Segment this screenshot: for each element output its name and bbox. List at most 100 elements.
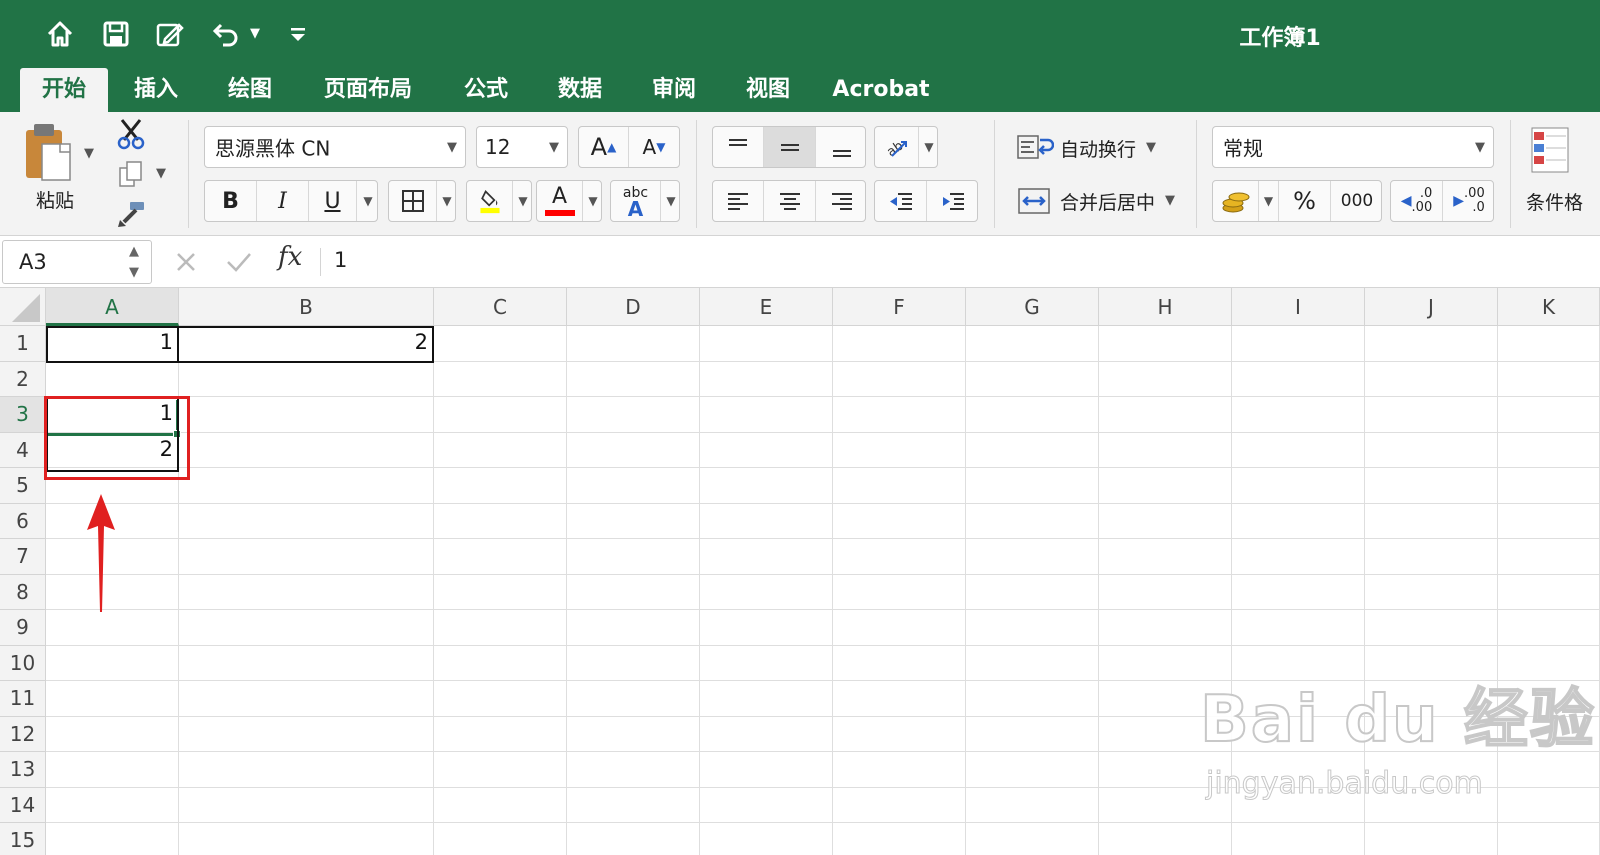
number-format-box[interactable]: 常规 ▼ — [1212, 126, 1494, 168]
formula-input[interactable]: 1 — [334, 248, 347, 272]
orientation-dropdown-icon[interactable]: ▼ — [919, 127, 939, 167]
underline-button[interactable]: U — [309, 181, 357, 221]
font-size-box[interactable]: 12 ▼ — [476, 126, 568, 168]
name-box[interactable]: A3 ▲ ▼ — [2, 240, 152, 284]
name-box-down-icon[interactable]: ▼ — [129, 265, 139, 280]
row-header-8[interactable]: 8 — [0, 574, 46, 610]
tab-data[interactable]: 数据 — [544, 68, 616, 112]
percent-button[interactable]: % — [1279, 181, 1331, 221]
tab-formulas[interactable]: 公式 — [450, 68, 522, 112]
thousands-button[interactable]: 000 — [1331, 181, 1383, 221]
row-header-13[interactable]: 13 — [0, 752, 46, 788]
copy-dropdown-icon[interactable]: ▼ — [156, 166, 166, 181]
cancel-icon[interactable] — [172, 248, 200, 276]
row-header-12[interactable]: 12 — [0, 716, 46, 752]
column-header-g[interactable]: G — [966, 288, 1099, 326]
conditional-format-label[interactable]: 条件格 — [1526, 188, 1600, 215]
tab-insert[interactable]: 插入 — [120, 68, 192, 112]
column-header-b[interactable]: B — [179, 288, 434, 326]
column-header-d[interactable]: D — [567, 288, 700, 326]
column-header-a[interactable]: A — [46, 288, 179, 326]
row-header-5[interactable]: 5 — [0, 468, 46, 504]
borders-icon[interactable] — [389, 181, 437, 221]
row-header-2[interactable]: 2 — [0, 361, 46, 397]
align-left-icon[interactable] — [713, 181, 764, 221]
wrap-text-icon[interactable] — [1016, 132, 1055, 162]
tab-draw[interactable]: 绘图 — [214, 68, 286, 112]
decrease-decimal-button[interactable]: ▶ .00 .0 — [1443, 181, 1495, 221]
font-name-dropdown-icon[interactable]: ▼ — [447, 140, 457, 155]
column-header-i[interactable]: I — [1232, 288, 1365, 326]
borders-dropdown-icon[interactable]: ▼ — [437, 181, 457, 221]
font-color-button[interactable]: A — [537, 181, 583, 221]
row-header-6[interactable]: 6 — [0, 503, 46, 539]
wrap-text-dropdown-icon[interactable]: ▼ — [1146, 140, 1156, 155]
column-header-f[interactable]: F — [833, 288, 966, 326]
row-header-4[interactable]: 4 — [0, 432, 46, 468]
merge-center-dropdown-icon[interactable]: ▼ — [1165, 193, 1175, 208]
italic-button[interactable]: I — [257, 181, 309, 221]
accounting-dropdown-icon[interactable]: ▼ — [1259, 181, 1279, 221]
wrap-text-label[interactable]: 自动换行 — [1060, 135, 1136, 162]
grow-font-button[interactable]: A ▲ — [579, 127, 629, 167]
paste-label[interactable]: 粘贴 — [36, 186, 74, 213]
merge-center-label[interactable]: 合并后居中 — [1060, 188, 1155, 215]
font-name-box[interactable]: 思源黑体 CN ▼ — [204, 126, 466, 168]
increase-decimal-button[interactable]: ◀ .0 .00 — [1391, 181, 1443, 221]
name-box-up-icon[interactable]: ▲ — [129, 244, 139, 259]
tab-home[interactable]: 开始 — [20, 68, 108, 112]
row-header-3[interactable]: 3 — [0, 397, 46, 433]
font-color-dropdown-icon[interactable]: ▼ — [583, 181, 603, 221]
font-size-dropdown-icon[interactable]: ▼ — [549, 140, 559, 155]
fill-color-dropdown-icon[interactable]: ▼ — [513, 181, 533, 221]
save-icon[interactable] — [98, 16, 134, 52]
shrink-font-button[interactable]: A ▼ — [629, 127, 679, 167]
phonetic-dropdown-icon[interactable]: ▼ — [661, 181, 681, 221]
underline-dropdown-icon[interactable]: ▼ — [357, 181, 379, 221]
format-painter-icon[interactable] — [116, 200, 146, 228]
select-all-corner[interactable] — [0, 288, 46, 326]
cut-icon[interactable] — [116, 118, 146, 150]
paste-icon[interactable] — [20, 120, 80, 186]
number-format-dropdown-icon[interactable]: ▼ — [1475, 140, 1485, 155]
align-middle-icon[interactable] — [764, 127, 816, 167]
function-icon[interactable]: fx — [278, 242, 302, 272]
bold-button[interactable]: B — [205, 181, 257, 221]
fill-color-icon[interactable] — [467, 181, 513, 221]
tab-acrobat[interactable]: Acrobat — [830, 68, 932, 112]
column-header-j[interactable]: J — [1365, 288, 1498, 326]
column-header-h[interactable]: H — [1099, 288, 1232, 326]
orientation-icon[interactable]: ab — [875, 127, 919, 167]
undo-icon[interactable] — [208, 16, 244, 52]
align-right-icon[interactable] — [816, 181, 867, 221]
phonetic-button[interactable]: abc A — [611, 181, 661, 221]
paste-dropdown-icon[interactable]: ▼ — [84, 146, 94, 161]
row-header-1[interactable]: 1 — [0, 326, 46, 362]
tab-review[interactable]: 审阅 — [638, 68, 710, 112]
align-center-icon[interactable] — [764, 181, 816, 221]
increase-indent-icon[interactable] — [927, 181, 979, 221]
tab-view[interactable]: 视图 — [732, 68, 804, 112]
column-header-e[interactable]: E — [700, 288, 833, 326]
align-top-icon[interactable] — [713, 127, 764, 167]
tab-page-layout[interactable]: 页面布局 — [310, 68, 426, 112]
home-icon[interactable] — [42, 16, 78, 52]
copy-icon[interactable] — [118, 160, 144, 188]
accounting-format-icon[interactable] — [1213, 181, 1259, 221]
row-header-10[interactable]: 10 — [0, 645, 46, 681]
row-header-9[interactable]: 9 — [0, 610, 46, 646]
decrease-indent-icon[interactable] — [875, 181, 927, 221]
conditional-format-icon[interactable] — [1530, 126, 1570, 178]
column-header-c[interactable]: C — [434, 288, 567, 326]
row-header-11[interactable]: 11 — [0, 681, 46, 717]
merge-center-icon[interactable] — [1016, 186, 1054, 216]
edit-icon[interactable] — [152, 16, 188, 52]
row-header-14[interactable]: 14 — [0, 787, 46, 823]
align-bottom-icon[interactable] — [816, 127, 867, 167]
row-header-15[interactable]: 15 — [0, 823, 46, 855]
customize-icon[interactable] — [280, 16, 316, 52]
undo-dropdown-icon[interactable]: ▼ — [250, 26, 260, 41]
enter-icon[interactable] — [224, 248, 254, 276]
row-header-7[interactable]: 7 — [0, 539, 46, 575]
column-header-k[interactable]: K — [1498, 288, 1600, 326]
